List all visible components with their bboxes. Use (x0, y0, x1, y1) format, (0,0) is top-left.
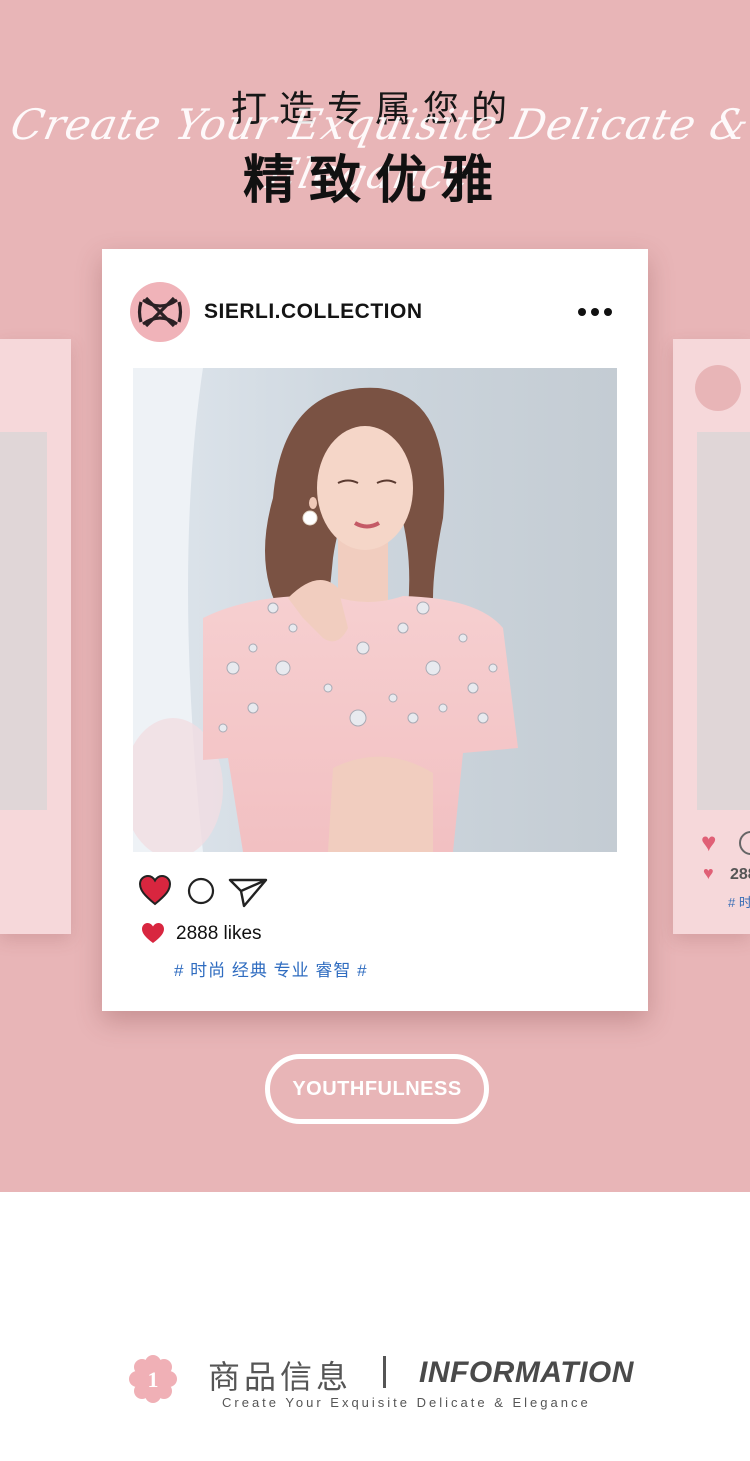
post-username[interactable]: SIERLI.COLLECTION (204, 300, 423, 324)
more-icon[interactable] (575, 298, 615, 326)
title-main: 精致优雅 (242, 151, 507, 211)
likes-count: 2888 likes (176, 923, 262, 944)
section-title-cn: 商品信息 (208, 1358, 353, 1396)
section-divider (383, 1356, 386, 1388)
brand-logo-icon (137, 296, 183, 328)
model-photo-image (133, 368, 617, 852)
side-post-card-right[interactable]: ♥ ♥ 2888 likes # 时尚 经典 专业 睿智 # (673, 339, 750, 934)
likes-heart-icon (142, 923, 164, 943)
side-heart-icon: ♥ (701, 827, 717, 857)
side-post-card-left[interactable] (0, 339, 71, 934)
youthfulness-badge[interactable]: YOUTHFULNESS (265, 1054, 489, 1124)
number-flower-icon: 1 (129, 1355, 177, 1403)
avatar[interactable] (130, 282, 190, 342)
side-comment-icon (739, 831, 750, 855)
side-avatar (695, 365, 741, 411)
post-card: SIERLI.COLLECTION 2888 likes # 时尚 经典 专业 … (102, 249, 648, 1011)
badge-label: YOUTHFULNESS (292, 1078, 462, 1100)
hero-background: 打造专属您的 Create Your Exquisite Delicate & … (0, 0, 750, 1192)
side-hashtags: # 时尚 经典 专业 睿智 # (728, 895, 750, 910)
comment-icon[interactable] (187, 877, 215, 905)
section-title-en: INFORMATION (419, 1356, 634, 1389)
side-likes-count: 2888 likes (730, 866, 750, 883)
side-post-image (0, 432, 47, 810)
heart-icon[interactable] (138, 874, 172, 906)
section-number: 1 (148, 1367, 159, 1392)
section-subtitle: Create Your Exquisite Delicate & Eleganc… (222, 1395, 591, 1410)
post-hashtags[interactable]: # 时尚 经典 专业 睿智 # (174, 956, 368, 981)
post-photo[interactable] (133, 368, 617, 852)
side-likes-heart-icon: ♥ (703, 863, 714, 883)
side-post-image (697, 432, 750, 810)
share-icon[interactable] (228, 876, 268, 908)
